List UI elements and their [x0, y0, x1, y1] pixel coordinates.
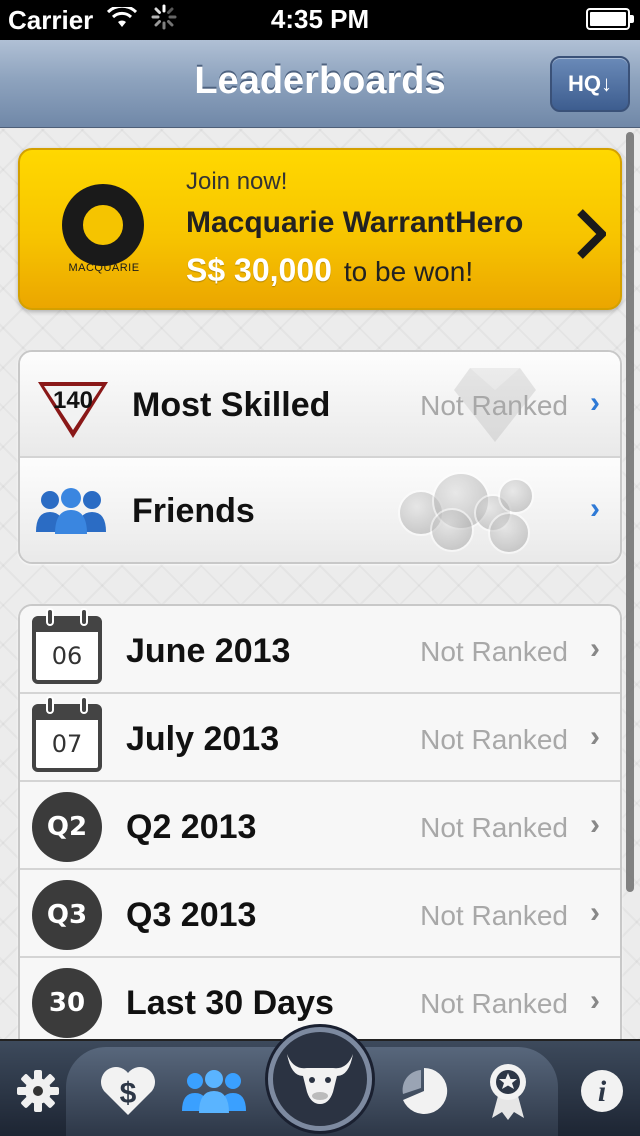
row-june-2013[interactable]: 06 June 2013 Not Ranked › [20, 606, 620, 694]
row-q3-2013[interactable]: Q3 Q3 2013 Not Ranked › [20, 870, 620, 958]
chevron-right-icon: › [590, 896, 600, 929]
chevron-right-icon: › [590, 632, 600, 665]
calendar-number: 06 [51, 642, 83, 670]
row-label: Q3 2013 [126, 896, 257, 934]
rank-status: Not Ranked [420, 900, 568, 931]
friends-icon [34, 486, 108, 534]
banner-title: Macquarie WarrantHero [186, 206, 524, 239]
award-icon [486, 1062, 530, 1125]
friend-avatars [378, 468, 538, 554]
calendar-icon: 06 [32, 608, 102, 684]
battery-fill [590, 12, 626, 26]
chevron-right-icon: › [590, 386, 600, 419]
chevron-right-icon: › [590, 808, 600, 841]
tab-charts[interactable] [392, 1061, 456, 1125]
banner-prize: S$ 30,000 to be won! [186, 252, 473, 289]
heart-dollar-icon: $ [98, 1065, 158, 1122]
calendar-ring [46, 608, 54, 626]
status-bar: Carrier 4:35 PM [0, 0, 640, 40]
avatar [498, 478, 534, 514]
avatar [430, 508, 474, 552]
calendar-number: 07 [51, 730, 83, 758]
chevron-right-icon: › [590, 492, 600, 525]
battery-icon [586, 8, 634, 30]
rank-status: Not Ranked [420, 390, 568, 421]
people-icon [181, 1069, 247, 1118]
info-icon: i [579, 1068, 625, 1119]
rank-status: Not Ranked [420, 724, 568, 755]
gear-icon [15, 1068, 61, 1119]
row-label: June 2013 [126, 632, 291, 670]
promo-banner[interactable]: MACQUARIE Join now! Macquarie WarrantHer… [18, 148, 622, 310]
calendar-ring [46, 696, 54, 714]
tab-home[interactable] [268, 1027, 372, 1131]
banner-suffix: to be won! [343, 256, 474, 287]
row-label: Last 30 Days [126, 984, 334, 1022]
banner-amount: S$ 30,000 [186, 252, 332, 288]
chevron-right-icon: › [590, 720, 600, 753]
chevron-right-icon: › [590, 984, 600, 1017]
tab-awards[interactable] [476, 1061, 540, 1125]
calendar-ring [80, 696, 88, 714]
banner-join-text: Join now! [186, 168, 288, 195]
quarter-icon: Q2 [32, 792, 102, 862]
row-label: Friends [132, 492, 255, 530]
avatar [488, 512, 530, 554]
row-july-2013[interactable]: 07 July 2013 Not Ranked › [20, 694, 620, 782]
tab-info[interactable]: i [570, 1061, 634, 1125]
rank-status: Not Ranked [420, 636, 568, 667]
skill-badge-number: 140 [53, 387, 93, 414]
tab-portfolio[interactable]: $ [96, 1061, 160, 1125]
tab-settings[interactable] [6, 1061, 70, 1125]
calendar-icon: 07 [32, 696, 102, 772]
special-leaderboards: 140 Most Skilled Not Ranked › Friends › [18, 350, 622, 564]
row-most-skilled[interactable]: 140 Most Skilled Not Ranked › [20, 352, 620, 458]
tab-leaderboards[interactable] [180, 1061, 248, 1125]
macquarie-logo-icon [62, 184, 144, 266]
rank-status: Not Ranked [420, 988, 568, 1019]
row-q2-2013[interactable]: Q2 Q2 2013 Not Ranked › [20, 782, 620, 870]
days-icon: 30 [32, 968, 102, 1038]
navigation-bar: Leaderboards HQ↓ [0, 40, 640, 128]
bull-icon [283, 1046, 357, 1113]
rank-status: Not Ranked [420, 812, 568, 843]
period-leaderboards: 06 June 2013 Not Ranked › 07 July 2013 N… [18, 604, 622, 1044]
chevron-right-icon [576, 208, 608, 269]
scrollbar[interactable] [626, 132, 634, 892]
tab-bar: $ i [0, 1027, 640, 1136]
svg-text:$: $ [120, 1077, 137, 1110]
svg-text:i: i [598, 1075, 607, 1108]
logo-hole [83, 205, 123, 245]
page-title: Leaderboards [194, 60, 446, 102]
row-label: Q2 2013 [126, 808, 257, 846]
skill-badge-icon: 140 [34, 372, 112, 442]
hq-sort-button[interactable]: HQ↓ [550, 56, 630, 112]
row-label: July 2013 [126, 720, 280, 758]
pie-chart-icon [399, 1066, 449, 1121]
calendar-ring [80, 608, 88, 626]
logo-text: MACQUARIE [68, 262, 140, 274]
quarter-icon: Q3 [32, 880, 102, 950]
row-friends[interactable]: Friends › [20, 458, 620, 562]
status-time: 4:35 PM [270, 4, 370, 34]
row-label: Most Skilled [132, 386, 331, 424]
